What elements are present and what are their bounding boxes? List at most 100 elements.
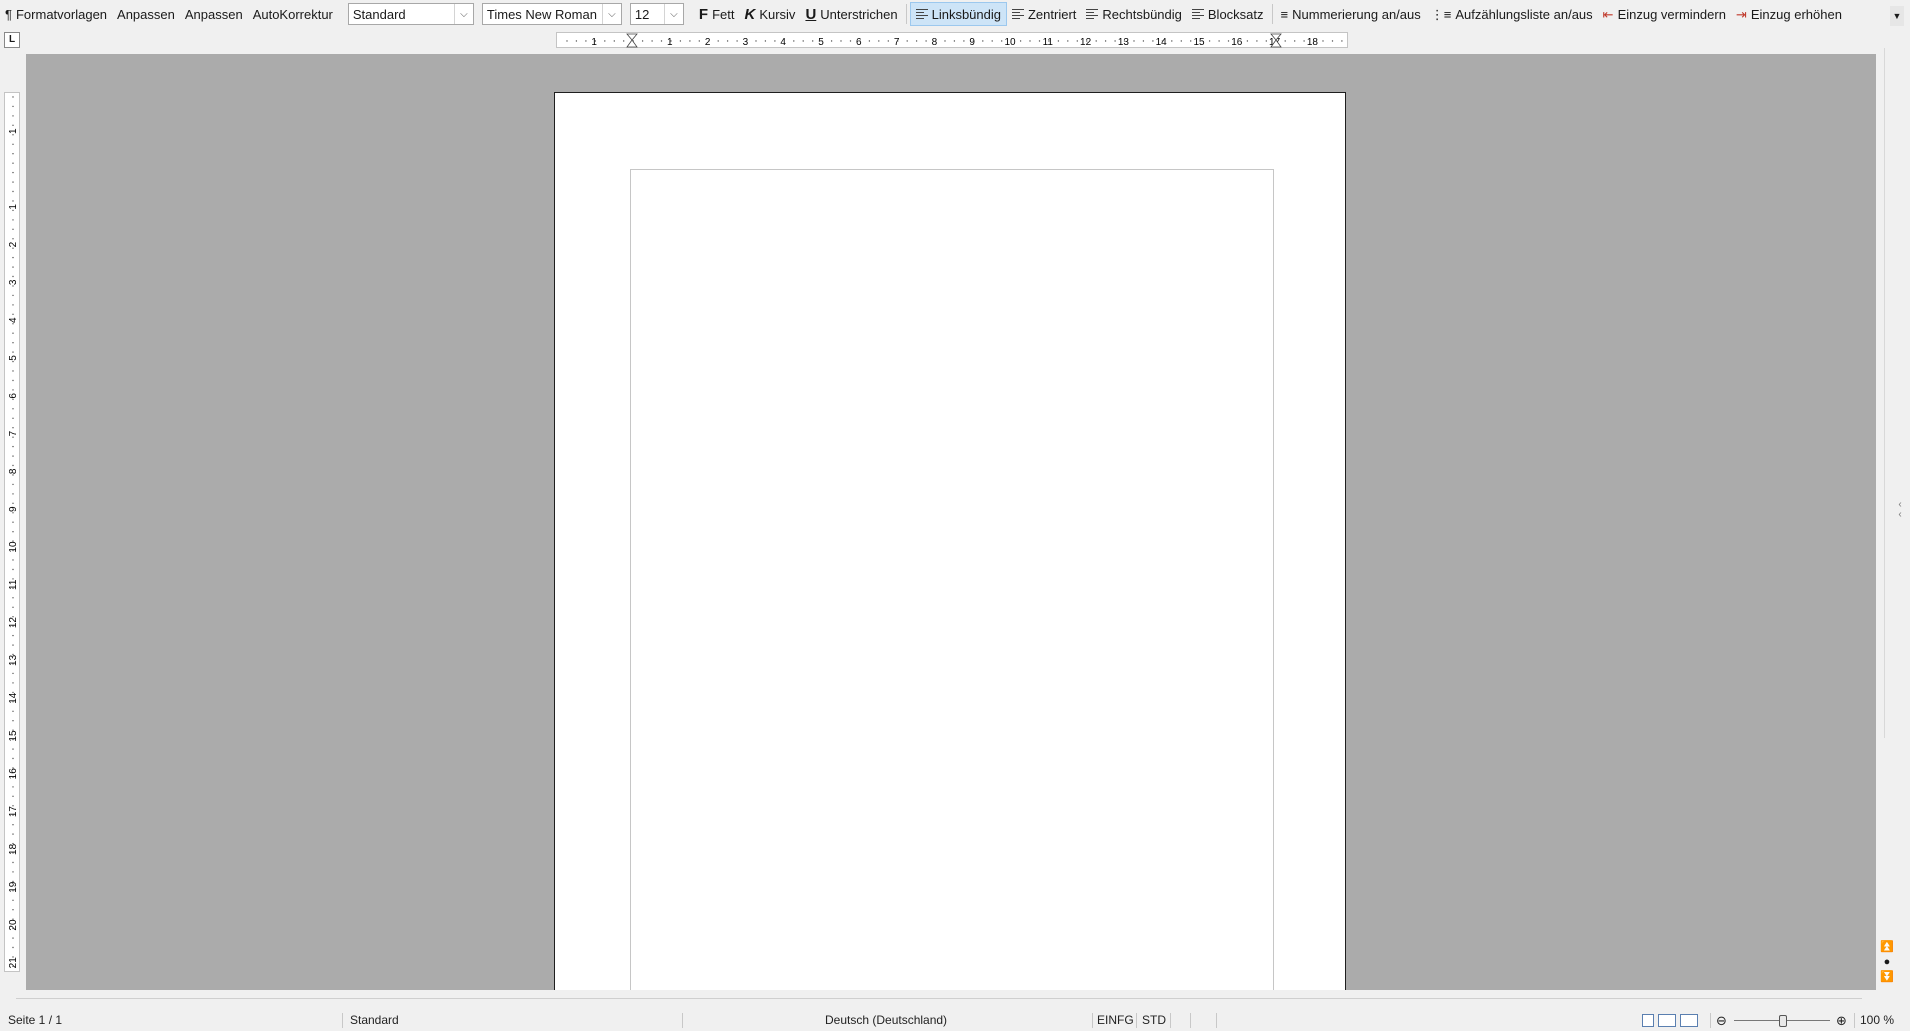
multi-page-view-icon[interactable] <box>1658 1014 1676 1028</box>
separator <box>905 4 907 24</box>
align-right-button[interactable]: Rechtsbündig <box>1081 2 1187 26</box>
ruler-tick <box>1142 40 1145 42</box>
ruler-tick <box>1341 40 1343 42</box>
ruler-tick <box>1227 40 1230 42</box>
ruler-tick <box>575 40 578 42</box>
ruler-label: 10 <box>1004 37 1016 48</box>
ruler-tick <box>12 606 14 608</box>
single-page-view-icon[interactable] <box>1642 1014 1654 1028</box>
ruler-tick <box>12 427 14 429</box>
ruler-tick <box>12 294 14 297</box>
ruler-label: 13 <box>1118 37 1130 48</box>
ruler-tick <box>12 332 14 334</box>
document-workspace[interactable] <box>26 54 1876 990</box>
ruler-tick <box>12 861 14 864</box>
separator <box>1216 1013 1217 1028</box>
chevron-down-icon[interactable]: ⌵ <box>601 4 621 24</box>
font-name-combo[interactable]: Times New Roman ⌵ <box>481 3 622 25</box>
document-page[interactable] <box>554 92 1346 990</box>
next-page-icon[interactable]: ⏬ <box>1880 970 1894 985</box>
bullets-toggle-button[interactable]: ⋮≡ Aufzählungsliste an/aus <box>1426 2 1598 26</box>
ruler-tick <box>12 710 14 712</box>
font-size-value[interactable]: 12 <box>631 4 664 24</box>
justify-button[interactable]: Blocksatz <box>1187 2 1269 26</box>
ruler-label: 6 <box>8 393 19 399</box>
previous-page-icon[interactable]: ⏫ <box>1880 940 1894 955</box>
customize-button-2[interactable]: Anpassen <box>180 2 248 26</box>
ruler-tick <box>12 464 14 467</box>
insert-mode-indicator[interactable]: EINFG <box>1097 1010 1134 1031</box>
numbering-toggle-button[interactable]: ≡ Nummerierung an/aus <box>1276 2 1426 26</box>
ruler-tick <box>670 40 672 42</box>
ruler-tick <box>934 40 937 42</box>
bold-button[interactable]: F Fett <box>694 2 740 26</box>
align-left-label: Linksbündig <box>931 6 1001 22</box>
indent-decrease-button[interactable]: ⇤ Einzug vermindern <box>1598 2 1731 26</box>
font-size-combo[interactable]: 12 ⌵ <box>629 3 684 25</box>
navigate-icon[interactable]: ● <box>1880 955 1894 970</box>
chevron-down-icon[interactable]: ⌵ <box>663 4 683 24</box>
ruler-tick <box>12 256 14 259</box>
language-indicator[interactable]: Deutsch (Deutschland) <box>825 1010 947 1031</box>
ruler-tick <box>12 455 14 457</box>
ruler-tick <box>802 40 804 42</box>
sidebar-handle-icon[interactable]: ‹ ‹ <box>1894 500 1906 540</box>
ruler-tick <box>736 40 738 42</box>
bold-icon: F <box>698 5 709 23</box>
horizontal-ruler[interactable]: 1123456789101112131415161718 <box>556 32 1348 48</box>
italic-button[interactable]: K Kursiv <box>739 2 800 26</box>
zoom-out-icon[interactable]: ⊖ <box>1716 1010 1727 1031</box>
zoom-level[interactable]: 100 % <box>1860 1010 1894 1031</box>
align-left-button[interactable]: Linksbündig <box>909 2 1007 26</box>
underline-label: Unterstrichen <box>820 6 898 22</box>
ruler-tick <box>915 40 918 42</box>
font-name-value[interactable]: Times New Roman <box>483 4 602 24</box>
ruler-label: 5 <box>818 37 824 48</box>
tab-stop-selector[interactable]: L <box>4 32 20 48</box>
indent-increase-button[interactable]: ⇥ Einzug erhöhen <box>1731 2 1847 26</box>
underline-button[interactable]: U Unterstrichen <box>800 2 902 26</box>
paragraph-style-value[interactable]: Standard <box>349 4 454 24</box>
ruler-tick <box>12 124 14 126</box>
indent-marker-icon[interactable] <box>626 33 638 48</box>
ruler-tick <box>679 40 682 42</box>
ruler-tick <box>982 40 984 42</box>
vertical-ruler[interactable]: 1 1 2 3 4 5 6 7 8 9 10 11 12 13 14 15 16 17 18 19 20 21 <box>4 92 20 972</box>
ruler-tick <box>717 40 719 42</box>
format-templates-button[interactable]: ¶ Formatvorlagen <box>0 2 112 26</box>
paragraph-style-combo[interactable]: Standard ⌵ <box>347 3 474 25</box>
ruler-label: 3 <box>8 279 19 285</box>
zoom-in-icon[interactable]: ⊕ <box>1836 1010 1847 1031</box>
ruler-tick <box>12 663 14 665</box>
numbering-label: Nummerierung an/aus <box>1292 6 1421 22</box>
ruler-tick <box>1284 40 1286 42</box>
align-center-button[interactable]: Zentriert <box>1007 2 1081 26</box>
ruler-tick <box>12 729 14 731</box>
chevron-down-icon[interactable]: ⌵ <box>453 4 473 24</box>
numbered-list-icon: ≡ <box>1280 6 1289 22</box>
align-left-icon <box>915 9 928 19</box>
horizontal-scrollbar[interactable] <box>16 994 1862 1006</box>
ruler-label: 8 <box>8 468 19 474</box>
selection-mode-indicator[interactable]: STD <box>1142 1010 1166 1031</box>
bold-label: Fett <box>712 6 735 22</box>
ruler-tick <box>1312 40 1315 42</box>
ruler-tick <box>1331 40 1334 42</box>
vertical-scrollbar[interactable] <box>1876 48 1894 990</box>
customize-button-1[interactable]: Anpassen <box>112 2 180 26</box>
page-indicator[interactable]: Seite 1 / 1 <box>8 1010 62 1031</box>
book-view-icon[interactable] <box>1680 1014 1698 1028</box>
indent-increase-icon: ⇥ <box>1735 6 1747 22</box>
separator <box>1170 1013 1171 1028</box>
autocorrect-button[interactable]: AutoKorrektur <box>248 2 338 26</box>
page-style-indicator[interactable]: Standard <box>350 1010 399 1031</box>
ruler-tick <box>764 40 767 42</box>
ruler-tick <box>12 351 14 353</box>
ruler-tick <box>755 40 757 42</box>
text-area-boundary[interactable] <box>630 169 1274 990</box>
ruler-tick <box>12 899 14 901</box>
ruler-tick <box>925 40 927 42</box>
toolbar-overflow-icon[interactable]: ▼ <box>1890 6 1904 26</box>
zoom-slider-handle[interactable] <box>1779 1015 1787 1027</box>
ruler-tick <box>849 40 852 42</box>
